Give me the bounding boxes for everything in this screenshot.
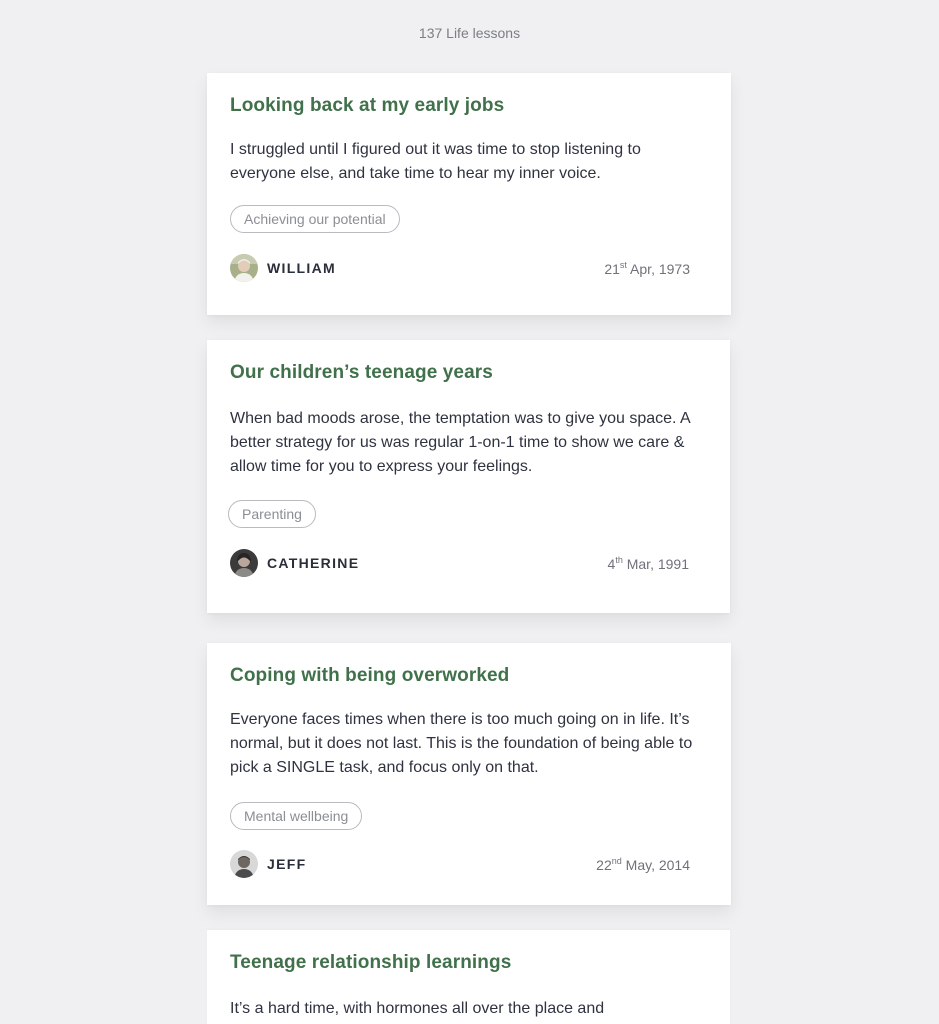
category-tag[interactable]: Parenting [228, 500, 316, 528]
lesson-title[interactable]: Coping with being overworked [230, 665, 509, 687]
lesson-text: I struggled until I figured out it was t… [230, 141, 641, 182]
lesson-card[interactable]: Coping with being overworked Everyone fa… [207, 643, 731, 905]
author[interactable]: JEFF [230, 850, 306, 878]
author-name[interactable]: WILLIAM [267, 260, 336, 276]
lesson-text: It’s a hard time, with hormones all over… [230, 1000, 605, 1017]
author-avatar [230, 549, 258, 577]
lesson-text: When bad moods arose, the temptation was… [230, 410, 690, 475]
author[interactable]: WILLIAM [230, 254, 336, 282]
author-name[interactable]: JEFF [267, 856, 306, 872]
category-tag[interactable]: Mental wellbeing [230, 802, 363, 830]
lessons-count: 137 Life lessons [418, 25, 521, 41]
lesson-date: 4th Mar, 1991 [607, 555, 689, 573]
lesson-title[interactable]: Teenage relationship learnings [230, 952, 511, 974]
author-name[interactable]: CATHERINE [267, 555, 359, 571]
lesson-card[interactable]: Our children’s teenage years When bad mo… [207, 340, 730, 613]
lesson-title[interactable]: Our children’s teenage years [230, 362, 493, 384]
lesson-date: 22nd May, 2014 [596, 856, 690, 874]
author[interactable]: CATHERINE [230, 549, 359, 577]
lesson-card[interactable]: Looking back at my early jobs I struggle… [207, 73, 731, 315]
lesson-card[interactable]: Teenage relationship learnings It’s a ha… [207, 930, 730, 1024]
lesson-date: 21st Apr, 1973 [604, 260, 690, 278]
lesson-title[interactable]: Looking back at my early jobs [230, 95, 504, 117]
author-avatar [230, 850, 258, 878]
lesson-text: Everyone faces times when there is too m… [230, 711, 693, 776]
author-avatar [230, 254, 258, 282]
category-tag[interactable]: Achieving our potential [230, 205, 400, 233]
